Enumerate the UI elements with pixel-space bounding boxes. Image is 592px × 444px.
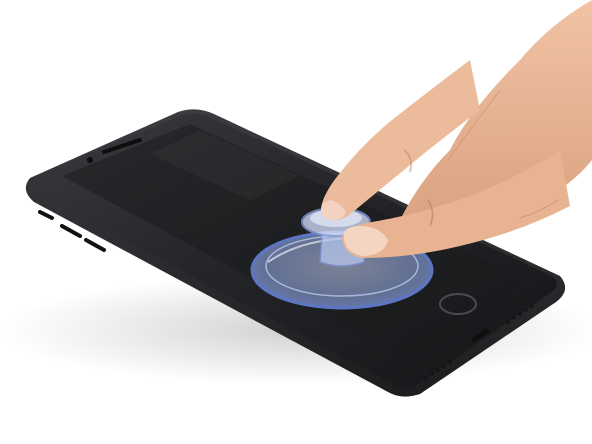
phone-volume-up [60, 224, 82, 238]
photo-illustration [0, 0, 592, 397]
phone-front-camera [87, 157, 93, 163]
photo-scene [0, 0, 592, 444]
phone-mute-switch [38, 210, 54, 220]
phone-volume-down [84, 238, 106, 252]
